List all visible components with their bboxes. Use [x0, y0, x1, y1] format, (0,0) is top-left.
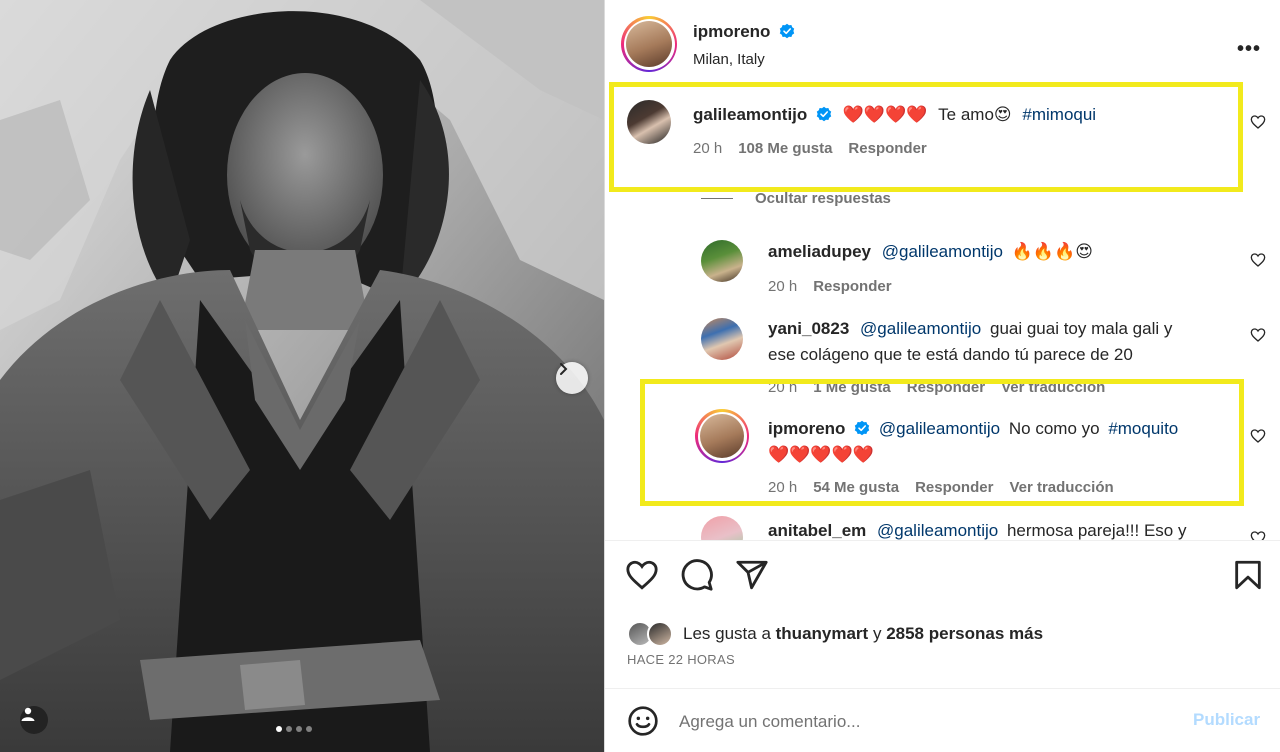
comment-body: Te amo😍	[938, 105, 1012, 124]
verified-icon	[854, 420, 870, 436]
reply-time[interactable]: 20 h	[768, 379, 797, 396]
reply-meta: 20 h 54 Me gusta Responder Ver traducció…	[768, 479, 1114, 496]
comment-composer: Publicar	[605, 688, 1280, 752]
comment-like-heart-icon[interactable]	[1250, 114, 1266, 130]
reply-body: 🔥🔥🔥😍	[1011, 242, 1093, 261]
reply-mention[interactable]: @galileamontijo	[860, 319, 981, 338]
reply-text: anitabel_em @galileamontijo hermosa pare…	[768, 518, 1248, 540]
carousel-dot	[296, 726, 302, 732]
translate-button[interactable]: Ver traducción	[1001, 379, 1105, 396]
comment-emoji: ❤️❤️❤️❤️	[842, 105, 928, 124]
comment-time[interactable]: 20 h	[693, 140, 722, 157]
reply-meta: 20 h 1 Me gusta Responder Ver traducción	[768, 379, 1105, 396]
reply-mention[interactable]: @galileamontijo	[877, 521, 998, 540]
hide-replies-button[interactable]: Ocultar respuestas	[701, 190, 891, 207]
user-tag-button[interactable]	[20, 706, 48, 734]
commenter-avatar[interactable]	[627, 100, 671, 144]
likes-connector: y	[872, 624, 882, 643]
author-avatar[interactable]	[621, 16, 677, 72]
commenter-username[interactable]: ipmoreno	[768, 419, 845, 438]
likes-summary[interactable]: Les gusta a thuanymart y 2858 personas m…	[627, 621, 1043, 647]
reply-meta: 20 h Responder	[768, 278, 892, 295]
reply-likes[interactable]: 1 Me gusta	[813, 379, 891, 396]
reply-like-heart-icon[interactable]	[1250, 327, 1266, 343]
post-timestamp[interactable]: HACE 22 HORAS	[627, 652, 735, 667]
user-tag-icon	[21, 707, 35, 721]
more-options-button[interactable]: •••	[1237, 38, 1261, 61]
reply-mention[interactable]: @galileamontijo	[882, 242, 1003, 261]
post-actions: Les gusta a thuanymart y 2858 personas m…	[605, 540, 1280, 680]
commenter-avatar[interactable]	[701, 516, 743, 540]
reply-text: ipmoreno @galileamontijo No como yo #moq…	[768, 416, 1248, 468]
commenter-avatar[interactable]	[701, 318, 743, 360]
comment-meta: 20 h 108 Me gusta Responder	[693, 140, 927, 157]
reply-emoji: ❤️❤️❤️❤️❤️	[768, 445, 874, 464]
heart-icon[interactable]	[625, 558, 659, 592]
author-username[interactable]: ipmoreno	[693, 22, 770, 41]
hide-replies-label: Ocultar respuestas	[755, 190, 891, 207]
carousel-dot	[276, 726, 282, 732]
verified-icon	[779, 23, 795, 39]
commenter-username[interactable]: ameliadupey	[768, 242, 871, 261]
comment-input[interactable]	[679, 709, 1159, 735]
post-photo-illustration	[0, 0, 604, 752]
post-panel: ipmoreno Milan, Italy ••• galileamontijo…	[604, 0, 1280, 752]
commenter-username[interactable]: yani_0823	[768, 319, 849, 338]
reply-body: hermosa pareja!!! Eso y	[1006, 521, 1187, 540]
reply-like-heart-icon[interactable]	[1250, 252, 1266, 268]
comments-list[interactable]: galileamontijo ❤️❤️❤️❤️ Te amo😍 #mimoqui…	[605, 90, 1280, 540]
carousel-next-button[interactable]	[556, 362, 588, 394]
comment-likes[interactable]: 108 Me gusta	[738, 140, 832, 157]
commenter-avatar[interactable]	[701, 240, 743, 282]
reply-like-heart-icon[interactable]	[1250, 530, 1266, 540]
comment-icon[interactable]	[680, 558, 714, 592]
commenter-username[interactable]: anitabel_em	[768, 521, 866, 540]
reply-mention[interactable]: @galileamontijo	[879, 419, 1000, 438]
reply-text: yani_0823 @galileamontijo guai guai toy …	[768, 316, 1238, 368]
emoji-icon[interactable]	[627, 705, 659, 737]
comment-hashtag[interactable]: #mimoqui	[1022, 105, 1096, 124]
carousel-dot	[286, 726, 292, 732]
reply-likes[interactable]: 54 Me gusta	[813, 479, 899, 496]
reply-like-heart-icon[interactable]	[1250, 428, 1266, 444]
reply-button[interactable]: Responder	[907, 379, 985, 396]
translate-button[interactable]: Ver traducción	[1009, 479, 1113, 496]
post-location[interactable]: Milan, Italy	[693, 51, 765, 68]
reply-button[interactable]: Responder	[813, 278, 891, 295]
reply-button[interactable]: Responder	[915, 479, 993, 496]
post-header: ipmoreno Milan, Italy •••	[605, 0, 1280, 90]
post-photo[interactable]	[0, 0, 604, 752]
likes-prefix: Les gusta a	[683, 624, 771, 643]
reply-button[interactable]: Responder	[848, 140, 926, 157]
comment-text: galileamontijo ❤️❤️❤️❤️ Te amo😍 #mimoqui	[693, 102, 1233, 128]
post-comment-button[interactable]: Publicar	[1193, 710, 1260, 730]
liker-username[interactable]: thuanymart	[776, 624, 869, 644]
likers-avatars	[627, 621, 683, 647]
divider	[701, 198, 733, 199]
reply-body-continued: ese colágeno que te está dando tú parece…	[768, 345, 1133, 364]
reply-time[interactable]: 20 h	[768, 278, 797, 295]
chevron-right-icon	[560, 363, 568, 375]
commenter-avatar[interactable]	[695, 409, 749, 463]
verified-icon	[816, 106, 832, 122]
bookmark-icon[interactable]	[1231, 558, 1265, 592]
carousel-dot	[306, 726, 312, 732]
reply-hashtag[interactable]: #moquito	[1108, 419, 1178, 438]
reply-body: guai guai toy mala gali y	[989, 319, 1173, 338]
commenter-username[interactable]: galileamontijo	[693, 105, 807, 124]
reply-body: No como yo	[1008, 419, 1100, 438]
reply-text: ameliadupey @galileamontijo 🔥🔥🔥😍	[768, 239, 1248, 265]
carousel-indicators	[276, 726, 312, 732]
reply-time[interactable]: 20 h	[768, 479, 797, 496]
likes-count[interactable]: 2858 personas más	[886, 624, 1043, 644]
share-icon[interactable]	[735, 558, 769, 592]
